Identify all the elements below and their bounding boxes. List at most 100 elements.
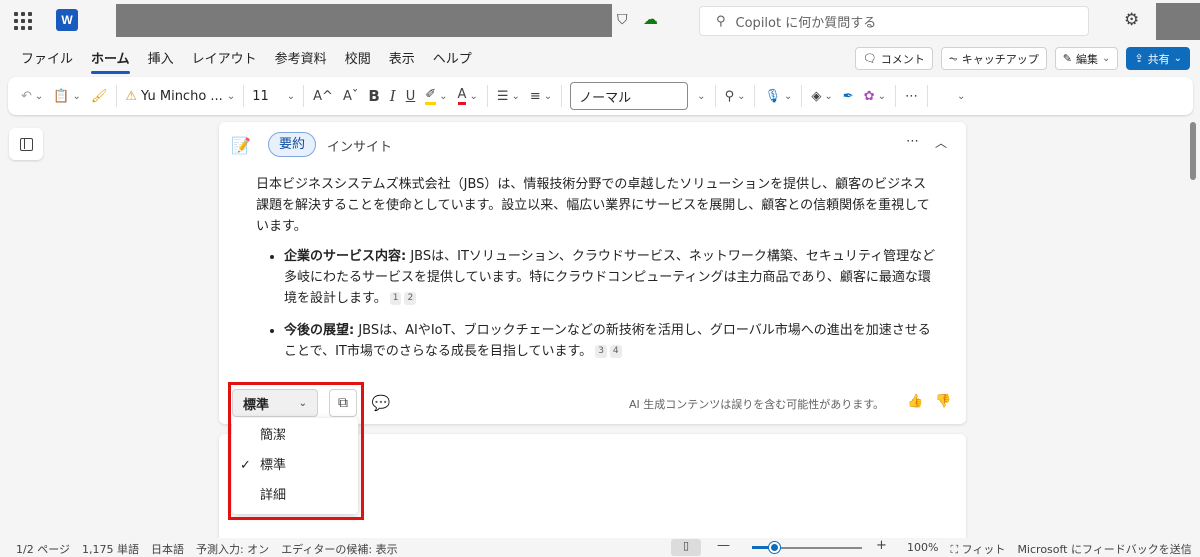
font-size-select[interactable]: 11 ⌄ [248, 89, 299, 104]
tab-references[interactable]: 参考資料 [266, 44, 336, 72]
zoom-level[interactable]: 100% [907, 541, 938, 557]
paste-button[interactable]: 📋 ⌄ [48, 82, 86, 110]
italic-button[interactable]: I [385, 82, 401, 110]
chevron-down-icon: ⌄ [34, 90, 44, 102]
style-dropdown-button[interactable]: ⌄ [692, 82, 710, 110]
menu-item-concise[interactable]: 簡潔 [232, 423, 358, 449]
avatar-redacted[interactable] [1156, 3, 1200, 40]
editor-button[interactable]: ✒ [838, 82, 859, 110]
checkmark-icon: ✓ [240, 458, 251, 473]
feedback-link[interactable]: Microsoft にフィードバックを送信 [1017, 541, 1191, 557]
copy-icon: ⧉ [338, 395, 348, 411]
warning-icon: ⚠ [125, 88, 138, 104]
predictive-text[interactable]: 予測入力: オン [196, 541, 269, 557]
card-footer: 標準 ⌄ ⧉ 💬 AI 生成コンテンツは誤りを含む可能性があります。 👍 👎 [219, 382, 966, 422]
thumbs-up-icon[interactable]: 👍 [907, 394, 923, 409]
comment-label: コメント [880, 52, 925, 66]
zoom-slider-knob[interactable] [769, 542, 780, 553]
pencil-icon: ✎ [1062, 52, 1072, 65]
menu-item-standard[interactable]: ✓ 標準 [232, 453, 358, 479]
fit-button[interactable]: ⛶ フィット [950, 541, 1005, 557]
zoom-slider[interactable] [752, 542, 862, 553]
language[interactable]: 日本語 [151, 541, 184, 557]
grow-font-button[interactable]: A^ [308, 82, 338, 110]
title-bar: W ⛉ ☁ ⚲ Copilot に何か質問する ⚙ [0, 0, 1200, 42]
document-name-redacted[interactable] [116, 4, 612, 37]
font-name-select[interactable]: ⚠ Yu Mincho ... ⌄ [121, 89, 239, 104]
copy-button[interactable]: ⧉ [329, 389, 357, 417]
separator [561, 85, 563, 107]
share-button[interactable]: ⇪ 共有 ⌄ [1126, 47, 1190, 70]
share-icon: ⇪ [1134, 52, 1144, 65]
word-count[interactable]: 1,175 単語 [82, 541, 139, 557]
highlight-button[interactable]: ✐ ⌄ [420, 82, 452, 110]
copilot-summary-card: 📝 要約 インサイト ⋯ ︿ 日本ビジネスシステムズ株式会社（JBS）は、情報技… [219, 122, 966, 424]
ai-disclaimer: AI 生成コンテンツは誤りを含む可能性があります。 [629, 398, 885, 411]
summary-intro: 日本ビジネスシステムズ株式会社（JBS）は、情報技術分野での卓越したソリューショ… [256, 177, 930, 234]
citation-badge[interactable]: 4 [609, 345, 622, 358]
navigation-pane-toggle[interactable] [9, 128, 43, 160]
tab-insert[interactable]: 挿入 [139, 44, 183, 72]
undo-button[interactable]: ↶ ⌄ [16, 82, 48, 110]
zoom-in-button[interactable]: + [876, 538, 887, 553]
chevron-down-icon: ⌄ [543, 90, 553, 102]
more-options-button[interactable]: ⋯ [900, 82, 923, 110]
style-select[interactable]: ノーマル [570, 82, 689, 110]
edit-mode-button[interactable]: ✎ 編集 ⌄ [1054, 47, 1119, 70]
underline-button[interactable]: U [401, 82, 421, 110]
citation-badge[interactable]: 3 [595, 345, 607, 358]
print-layout-button[interactable]: ▯ [671, 539, 701, 556]
status-right: 100% ⛶ フィット Microsoft にフィードバックを送信 [907, 541, 1192, 557]
sensitivity-button[interactable]: ◈ ⌄ [806, 82, 837, 110]
edit-label: 編集 [1076, 52, 1098, 66]
list-item: 企業のサービス内容: JBSは、ITソリューション、クラウドサービス、ネットワー… [284, 246, 936, 309]
menu-item-detailed[interactable]: 詳細 [232, 483, 358, 509]
chevron-down-icon: ⌄ [824, 90, 833, 102]
citation-badge[interactable]: 1 [389, 292, 402, 305]
tab-review[interactable]: 校閲 [336, 44, 380, 72]
zoom-out-button[interactable]: — [717, 538, 730, 553]
find-button[interactable]: ⚲ ⌄ [720, 82, 751, 110]
sensitivity-shield-icon[interactable]: ⛉ [617, 12, 628, 28]
vertical-scrollbar[interactable] [1190, 122, 1196, 180]
separator [926, 85, 928, 107]
saved-cloud-icon[interactable]: ☁ [643, 10, 658, 28]
bold-button[interactable]: B [363, 82, 384, 110]
chevron-up-icon[interactable]: ︿ [935, 134, 947, 151]
settings-gear-icon[interactable]: ⚙ [1124, 10, 1139, 30]
tab-layout[interactable]: レイアウト [183, 44, 266, 72]
word-logo-icon[interactable]: W [56, 9, 82, 31]
tab-home[interactable]: ホーム [82, 44, 139, 74]
regenerate-button[interactable]: 💬 [367, 389, 395, 417]
expand-ribbon-button[interactable]: ⌄ [952, 82, 970, 110]
chevron-down-icon: ⌄ [298, 397, 307, 409]
tab-help[interactable]: ヘルプ [424, 44, 481, 72]
comment-button[interactable]: 🗨 コメント [854, 47, 933, 70]
bullets-button[interactable]: ☰ ⌄ [492, 82, 525, 110]
menu-item-label: 詳細 [260, 488, 287, 503]
editor-suggestions[interactable]: エディターの候補: 表示 [281, 541, 397, 557]
tab-summary[interactable]: 要約 [268, 132, 317, 157]
copilot-search-box[interactable]: ⚲ Copilot に何か質問する [699, 6, 1089, 36]
tab-insight[interactable]: インサイト [327, 136, 392, 155]
highlighter-icon: ✐ [425, 87, 437, 105]
more-options-icon[interactable]: ⋯ [906, 134, 919, 149]
citation-badge[interactable]: 2 [404, 292, 417, 305]
shrink-font-button[interactable]: Aˇ [338, 82, 363, 110]
separator [801, 85, 803, 107]
catchup-button[interactable]: ⏦ キャッチアップ [940, 47, 1047, 70]
copilot-button[interactable]: ✿ ⌄ [859, 82, 891, 110]
tab-file[interactable]: ファイル [12, 44, 82, 72]
app-launcher-icon[interactable] [14, 12, 32, 30]
thumbs-down-icon[interactable]: 👎 [935, 394, 951, 409]
align-button[interactable]: ≡ ⌄ [525, 82, 557, 110]
dictate-button[interactable]: 🎙 ⌄ [759, 82, 797, 110]
tab-view[interactable]: 表示 [380, 44, 424, 72]
separator [714, 85, 716, 107]
font-color-button[interactable]: A ⌄ [453, 82, 483, 110]
format-painter-button[interactable]: 🖌 [86, 82, 113, 110]
format-painter-icon: 🖌 [90, 88, 108, 104]
menu-item-label: 標準 [260, 458, 287, 473]
undo-icon: ↶ [21, 88, 32, 104]
summary-length-select[interactable]: 標準 ⌄ [232, 389, 318, 417]
